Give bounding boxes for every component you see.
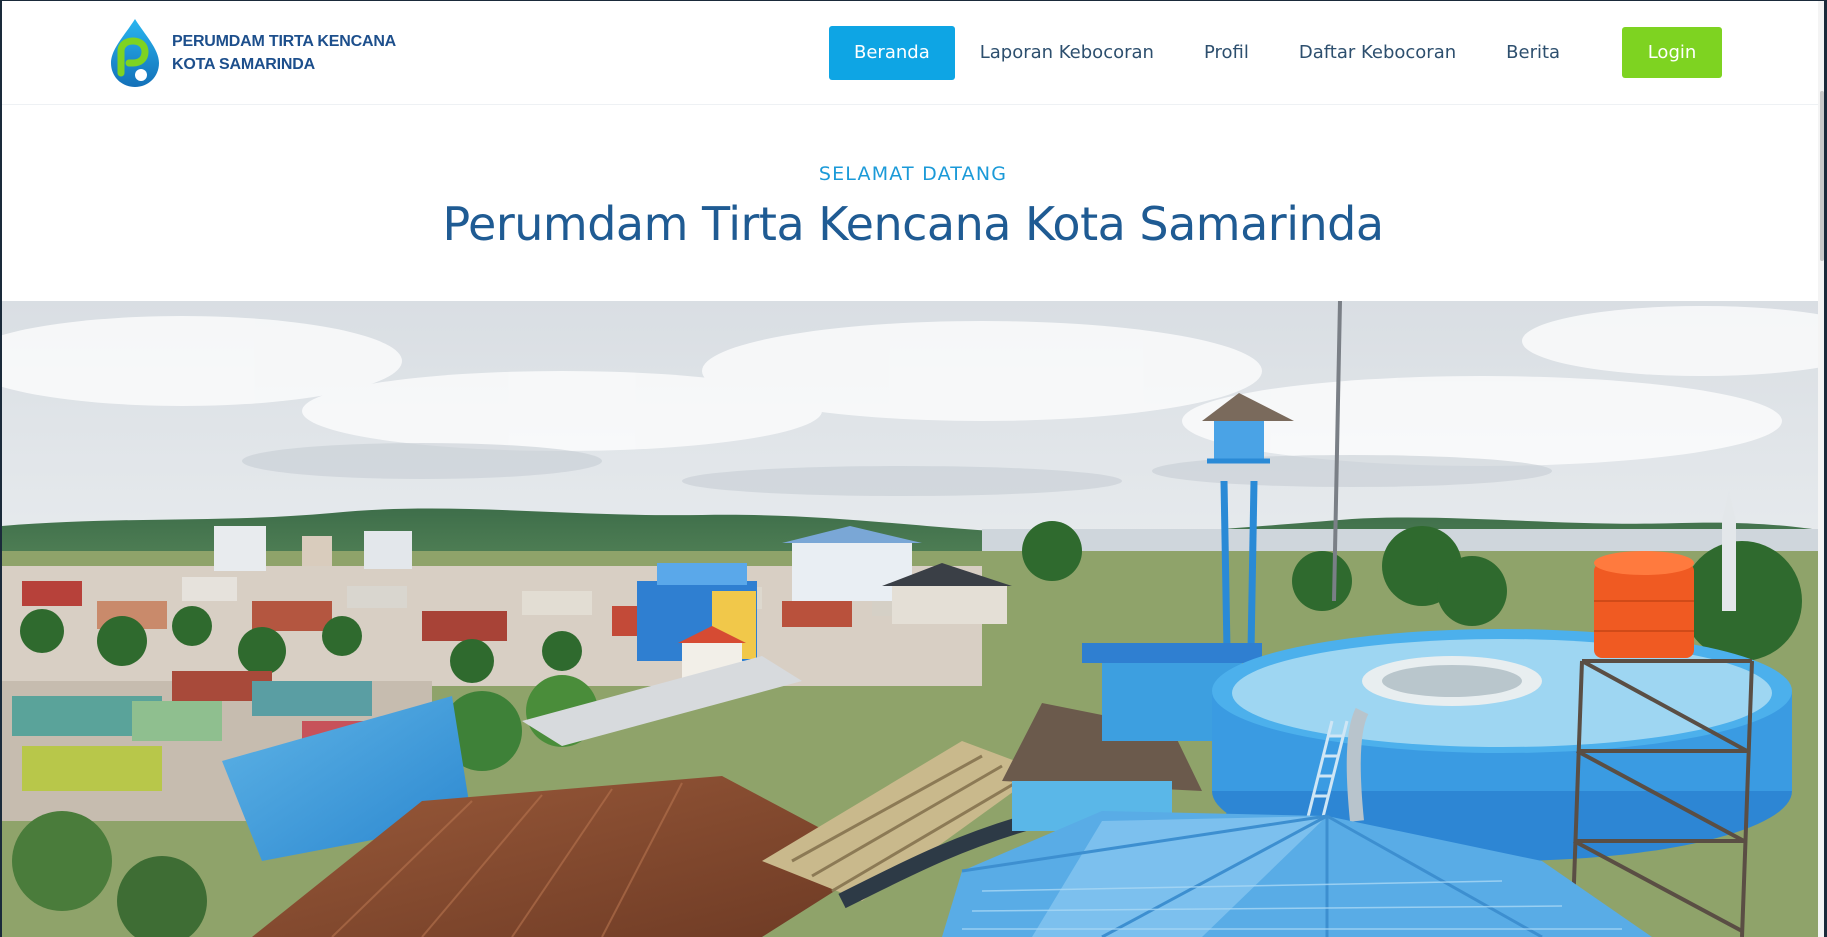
hero-image [2,301,1824,937]
nav-item-daftar-kebocoran[interactable]: Daftar Kebocoran [1274,26,1481,80]
page: PERUMDAM TIRTA KENCANA KOTA SAMARINDA Be… [2,1,1824,937]
scrollbar[interactable] [1818,1,1824,937]
nav-item-profil[interactable]: Profil [1179,26,1274,80]
nav-item-beranda[interactable]: Beranda [829,26,955,80]
brand-name: PERUMDAM TIRTA KENCANA KOTA SAMARINDA [172,30,396,76]
site-header: PERUMDAM TIRTA KENCANA KOTA SAMARINDA Be… [2,1,1824,105]
welcome-eyebrow: SELAMAT DATANG [818,163,1008,185]
login-button[interactable]: Login [1622,27,1722,78]
nav-item-laporan-kebocoran[interactable]: Laporan Kebocoran [955,26,1179,80]
city-panorama-illustration [2,301,1824,937]
scrollbar-thumb[interactable] [1820,91,1824,261]
brand-line-2: KOTA SAMARINDA [172,56,315,73]
orange-water-tank [1594,551,1694,658]
welcome-section: SELAMAT DATANG Perumdam Tirta Kencana Ko… [2,105,1824,301]
water-drop-logo-icon [111,19,159,87]
brand-line-1: PERUMDAM TIRTA KENCANA [172,33,397,50]
page-title: Perumdam Tirta Kencana Kota Samarinda [442,197,1384,251]
brand-logo[interactable]: PERUMDAM TIRTA KENCANA KOTA SAMARINDA [107,17,396,89]
main-nav: Beranda Laporan Kebocoran Profil Daftar … [829,26,1585,80]
nav-item-berita[interactable]: Berita [1481,26,1585,80]
